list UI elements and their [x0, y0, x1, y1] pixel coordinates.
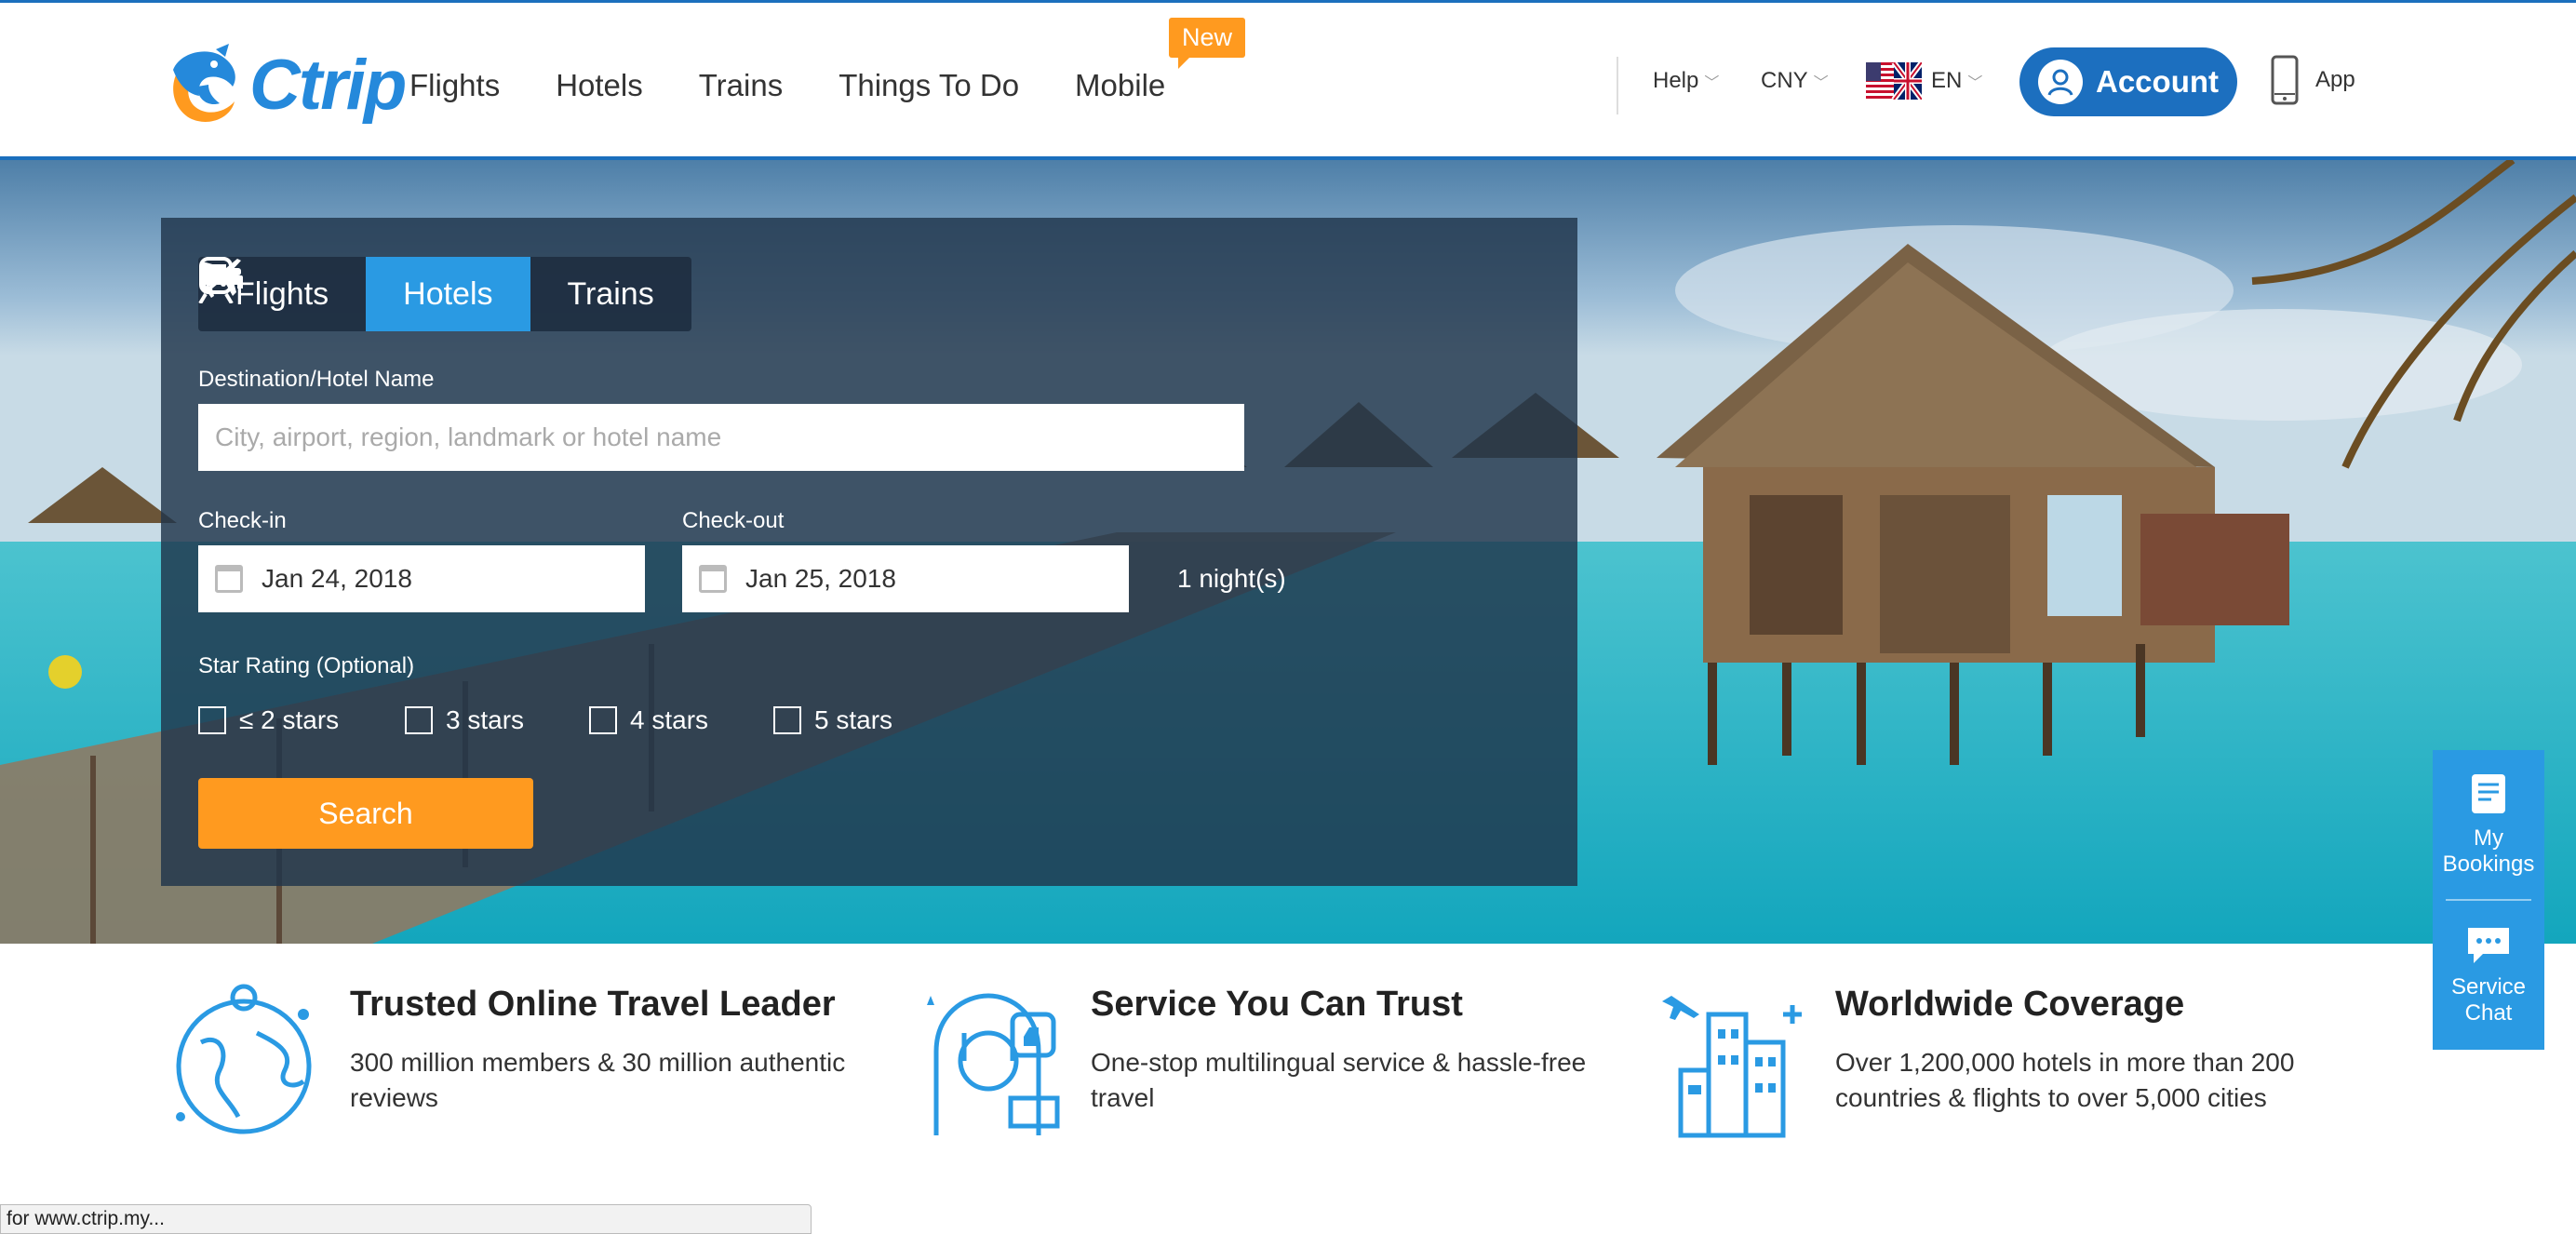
document-list-icon — [2472, 774, 2505, 813]
checkout-value: Jan 25, 2018 — [745, 564, 896, 593]
search-tabs: Flights Hotels Trains — [198, 257, 691, 331]
checkbox — [405, 706, 433, 734]
tab-hotels-label: Hotels — [403, 275, 493, 312]
checkin-input[interactable]: Jan 24, 2018 — [198, 545, 645, 612]
feature-desc: Over 1,200,000 hotels in more than 200 c… — [1835, 1048, 2295, 1112]
feature-title: Worldwide Coverage — [1835, 985, 2185, 1024]
header-divider — [1617, 57, 1618, 114]
globe-icon — [176, 984, 312, 1134]
chat-bubble-icon — [2468, 928, 2509, 963]
nav-things-to-do[interactable]: Things To Do — [839, 68, 1019, 103]
tab-trains-label: Trains — [567, 275, 654, 312]
language-menu[interactable]: EN ﹀ — [1866, 62, 1982, 100]
tab-flights-label: Flights — [235, 275, 329, 312]
chevron-down-icon: ﹀ — [1704, 75, 1720, 91]
support-agent-icon — [927, 993, 1060, 1135]
help-menu[interactable]: Help ﹀ — [1653, 68, 1719, 94]
feature-trusted-text: Trusted Online Travel Leader 300 million… — [350, 985, 871, 1145]
nav-mobile[interactable]: Mobile — [1075, 68, 1165, 103]
feature-desc: 300 million members & 30 million authent… — [350, 1048, 846, 1112]
star-option-label: ≤ 2 stars — [239, 705, 340, 734]
city-buildings-icon — [1662, 996, 1802, 1138]
top-header: Ctrip Flights Hotels Trains Things To Do… — [0, 0, 2576, 160]
help-label: Help — [1653, 68, 1699, 93]
calendar-icon — [215, 565, 243, 593]
nav-trains[interactable]: Trains — [699, 68, 783, 103]
phone-icon — [2271, 55, 2299, 105]
service-chat-button[interactable]: Service Chat — [2433, 901, 2544, 1050]
star-checkbox-4[interactable]: 4 stars — [589, 705, 708, 735]
star-checkbox-2[interactable]: ≤ 2 stars — [198, 705, 339, 735]
hero-banner: Flights Hotels Trains Destination/Hotel … — [0, 160, 2576, 944]
checkin-label: Check-in — [198, 508, 287, 533]
feature-title: Service You Can Trust — [1091, 985, 1463, 1024]
feature-service: Service You Can Trust One-stop multiling… — [908, 985, 1612, 1145]
uk-us-flag-icon — [1866, 62, 1922, 100]
account-button[interactable]: Account — [2019, 47, 2237, 116]
chevron-down-icon: ﹀ — [1813, 75, 1829, 91]
my-bookings-button[interactable]: My Bookings — [2433, 750, 2544, 899]
feature-coverage: Worldwide Coverage Over 1,200,000 hotels… — [1653, 985, 2356, 1145]
feature-trusted: Trusted Online Travel Leader 300 million… — [164, 984, 871, 1145]
checkout-label: Check-out — [682, 508, 785, 533]
service-chat-label: Service Chat — [2450, 974, 2527, 1026]
tab-trains[interactable]: Trains — [198, 257, 691, 331]
floating-sidebar: My Bookings Service Chat — [2433, 750, 2544, 1050]
logo-text: Ctrip — [249, 45, 407, 125]
star-checkbox-3[interactable]: 3 stars — [405, 705, 524, 735]
star-option-label: 4 stars — [630, 705, 709, 734]
nights-count: 1 night(s) — [1177, 564, 1286, 593]
ctrip-logo[interactable]: Ctrip — [160, 40, 407, 129]
app-label: App — [2315, 67, 2355, 92]
app-link[interactable]: App — [2271, 55, 2355, 105]
currency-menu[interactable]: CNY ﹀ — [1761, 68, 1829, 94]
user-icon — [2038, 60, 2083, 104]
checkbox — [773, 706, 801, 734]
hotel-search-panel: Flights Hotels Trains Destination/Hotel … — [161, 218, 1577, 886]
browser-status-bar: for www.ctrip.my... — [0, 1204, 812, 1234]
my-bookings-label: My Bookings — [2442, 825, 2535, 877]
nav-flights[interactable]: Flights — [409, 68, 500, 103]
feature-title: Trusted Online Travel Leader — [350, 985, 836, 1024]
feature-coverage-text: Worldwide Coverage Over 1,200,000 hotels… — [1835, 985, 2356, 1145]
dolphin-logo-icon — [173, 44, 235, 122]
account-label: Account — [2096, 64, 2219, 99]
star-option-label: 3 stars — [446, 705, 525, 734]
checkbox — [589, 706, 617, 734]
star-rating-label: Star Rating (Optional) — [198, 653, 415, 678]
checkout-input[interactable]: Jan 25, 2018 — [682, 545, 1129, 612]
destination-label: Destination/Hotel Name — [198, 367, 435, 392]
nav-hotels[interactable]: Hotels — [556, 68, 643, 103]
currency-label: CNY — [1761, 68, 1808, 93]
new-badge: New — [1169, 18, 1246, 69]
feature-desc: One-stop multilingual service & hassle-f… — [1091, 1048, 1587, 1112]
feature-service-text: Service You Can Trust One-stop multiling… — [1091, 985, 1612, 1145]
chevron-down-icon: ﹀ — [1967, 75, 1983, 91]
language-label: EN — [1931, 68, 1963, 93]
main-nav: Flights Hotels Trains Things To Do Mobil… — [409, 68, 1221, 103]
search-button[interactable]: Search — [198, 778, 533, 849]
calendar-icon — [699, 565, 727, 593]
destination-input[interactable]: City, airport, region, landmark or hotel… — [198, 404, 1244, 471]
checkin-value: Jan 24, 2018 — [262, 564, 412, 593]
tab-hotels[interactable]: Hotels — [200, 257, 530, 331]
checkbox — [198, 706, 226, 734]
train-icon — [198, 257, 234, 303]
star-option-label: 5 stars — [814, 705, 893, 734]
star-checkbox-5[interactable]: 5 stars — [773, 705, 892, 735]
